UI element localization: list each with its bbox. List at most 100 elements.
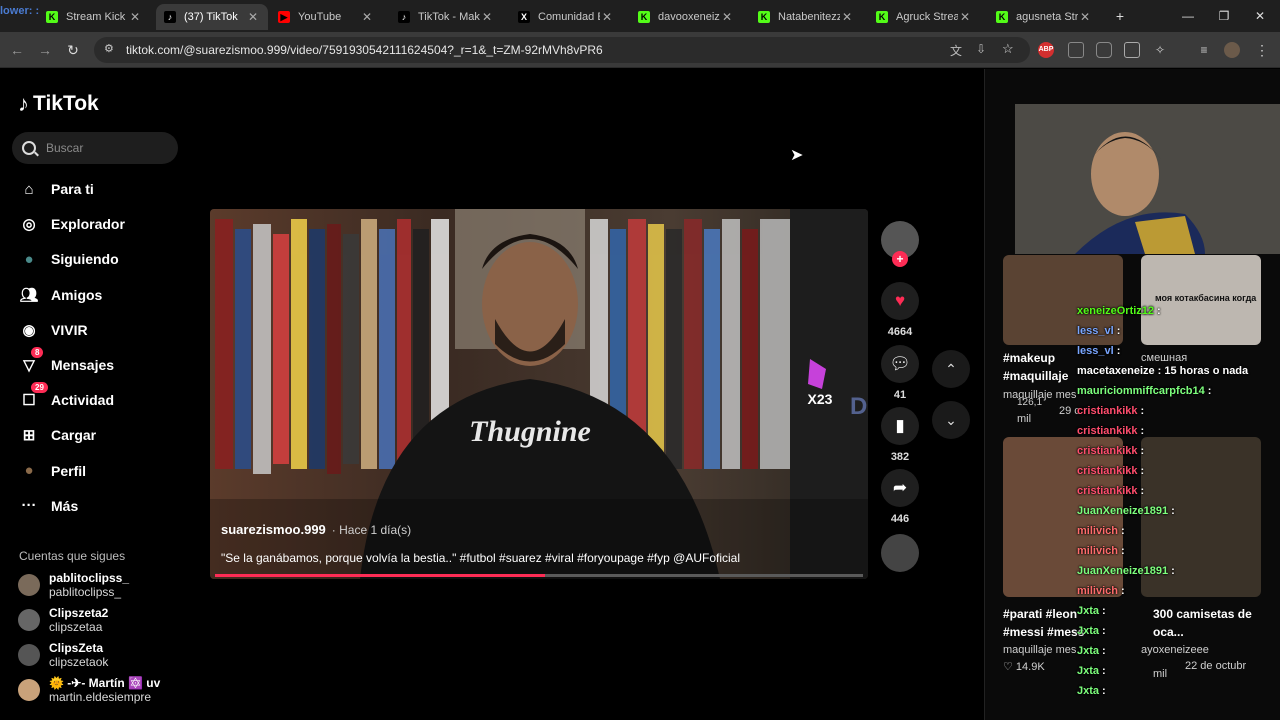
music-disc-icon[interactable] [881, 534, 919, 572]
sidebar-item-perfil[interactable]: ● Perfil [18, 459, 86, 483]
chat-username[interactable]: milivich [1077, 545, 1118, 557]
sidebar-item-más[interactable]: ··· Más [18, 494, 79, 518]
maximize-button[interactable]: ❐ [1214, 6, 1234, 26]
video-progress-bar[interactable] [215, 574, 863, 577]
chat-username[interactable]: milivich [1077, 585, 1118, 597]
tab-close-icon[interactable]: ✕ [958, 10, 972, 24]
chat-username[interactable]: xeneizeOrtiz12 [1077, 305, 1154, 317]
chat-username[interactable]: cristiankikk [1077, 425, 1138, 437]
sound-disc[interactable] [880, 534, 920, 572]
sidebar-item-siguiendo[interactable]: ● Siguiendo [18, 247, 118, 271]
chat-username[interactable]: cristiankikk [1077, 465, 1138, 477]
extension-icon[interactable] [1096, 42, 1112, 58]
browser-tab[interactable]: ♪ (37) TikTok ✕ [156, 4, 268, 30]
back-icon[interactable]: ← [8, 41, 26, 59]
previous-video-button[interactable]: ⌃ [932, 350, 970, 388]
adblock-icon[interactable]: ABP [1038, 42, 1054, 58]
following-account[interactable]: pablitoclipss_ pablitoclipss_ [18, 571, 129, 599]
profile-avatar-icon[interactable] [1224, 42, 1240, 58]
browser-tab[interactable]: K Agruck Stream✕ [868, 4, 980, 30]
like-action[interactable]: ♥ 4664 [880, 282, 920, 338]
chat-username[interactable]: JuanXeneize1891 [1077, 505, 1168, 517]
tab-close-icon[interactable]: ✕ [128, 10, 142, 24]
tab-close-icon[interactable]: ✕ [480, 10, 494, 24]
forward-icon[interactable]: → [36, 41, 54, 59]
sidebar-item-amigos[interactable]: 👥︎ Amigos [18, 283, 102, 307]
card-tags[interactable]: #parati #leon [1003, 607, 1077, 621]
new-tab-button[interactable]: + [1110, 6, 1130, 26]
share-action[interactable]: ➦ 446 [880, 469, 920, 525]
search-input[interactable]: Buscar [12, 132, 178, 164]
chat-username[interactable]: mauriciommiffcarpfcb14 [1077, 385, 1205, 397]
following-account[interactable]: Clipszeta2 clipszetaa [18, 606, 108, 634]
chat-username[interactable]: JuanXeneize1891 [1077, 565, 1168, 577]
browser-tab[interactable]: Kdavooxeneize ✕ [630, 4, 742, 30]
sidebar-item-explorador[interactable]: ◎ Explorador [18, 212, 124, 236]
chat-username[interactable]: cristiankikk [1077, 405, 1138, 417]
card-title[interactable]: oca... [1153, 625, 1184, 639]
browser-tab[interactable]: Kagusneta Strea✕ [988, 4, 1100, 30]
comment-action[interactable]: 💬︎ 41 [880, 345, 920, 401]
tab-close-icon[interactable]: ✕ [1078, 10, 1092, 24]
browser-tab[interactable]: ▶ YouTube ✕ [270, 4, 382, 30]
close-window-button[interactable]: ✕ [1250, 6, 1270, 26]
chat-username[interactable]: Jxta [1077, 665, 1099, 677]
following-account[interactable]: ClipsZeta clipszetaok [18, 641, 108, 669]
translate-icon[interactable]: 文 [950, 42, 962, 59]
avatar[interactable] [18, 644, 40, 666]
card-title[interactable]: 300 camisetas de [1153, 607, 1252, 621]
avatar[interactable] [18, 574, 40, 596]
chat-username[interactable]: Jxta [1077, 625, 1099, 637]
comment-icon[interactable]: 💬︎ [881, 345, 919, 383]
browser-tab[interactable]: K Natabenitezzz✕ [750, 4, 862, 30]
puzzle-icon[interactable]: ✧ [1152, 42, 1168, 58]
chat-username[interactable]: cristiankikk [1077, 445, 1138, 457]
chat-username[interactable]: Jxta [1077, 685, 1099, 697]
tab-close-icon[interactable]: ✕ [600, 10, 614, 24]
avatar[interactable] [18, 609, 40, 631]
bookmark-star-icon[interactable]: ☆ [1002, 41, 1014, 57]
media-icon[interactable]: ≡ [1196, 42, 1212, 58]
chat-username[interactable]: macetaxeneize [1077, 365, 1155, 377]
save-action[interactable]: ▮ 382 [880, 407, 920, 463]
chat-username[interactable]: Jxta [1077, 605, 1099, 617]
extension-icon[interactable] [1124, 42, 1140, 58]
card-tags[interactable]: #messi #mess [1003, 625, 1084, 639]
author-name[interactable]: suarezismoo.999 [221, 522, 326, 537]
video-thumbnail[interactable]: моя котакбасина когда [1141, 255, 1261, 345]
site-info-icon[interactable]: ⚙ [104, 43, 116, 55]
tab-close-icon[interactable]: ✕ [720, 10, 734, 24]
browser-tab[interactable]: ♪ TikTok - Make ✕ [390, 4, 502, 30]
minimize-button[interactable]: — [1178, 6, 1198, 26]
share-icon[interactable]: ➦ [881, 469, 919, 507]
chat-username[interactable]: less_vl [1077, 325, 1114, 337]
sidebar-item-mensajes[interactable]: ▽ 8 Mensajes [18, 347, 114, 377]
chat-username[interactable]: milivich [1077, 525, 1118, 537]
following-account[interactable]: 🌞 -✈- Martín 🔯 uv martin.eldesiempre [18, 676, 160, 704]
follow-plus-icon[interactable]: + [892, 251, 908, 267]
chat-username[interactable]: less_vl [1077, 345, 1114, 357]
browser-tab[interactable]: X Comunidad El✕ [510, 4, 622, 30]
video-author[interactable]: suarezismoo.999 · Hace 1 día(s) [221, 522, 411, 537]
sidebar-item-para-ti[interactable]: ⌂ Para ti [18, 177, 93, 201]
tab-close-icon[interactable]: ✕ [360, 10, 374, 24]
sidebar-item-actividad[interactable]: ☐ 29 Actividad [18, 382, 114, 412]
sidebar-item-cargar[interactable]: ⊞ Cargar [18, 423, 96, 447]
chat-username[interactable]: Jxta [1077, 645, 1099, 657]
address-bar[interactable]: ⚙ tiktok.com/@suarezismoo.999/video/7591… [94, 37, 1030, 63]
card-tags[interactable]: #maquillaje [1003, 369, 1068, 383]
next-video-button[interactable]: ⌄ [932, 401, 970, 439]
tiktok-logo[interactable]: ♪ TikTok [18, 91, 99, 117]
heart-icon[interactable]: ♥ [881, 282, 919, 320]
reload-icon[interactable]: ↻ [64, 41, 82, 59]
chat-username[interactable]: cristiankikk [1077, 485, 1138, 497]
avatar[interactable] [18, 679, 40, 701]
sidebar-item-vivir[interactable]: ◉ VIVIR [18, 318, 87, 342]
bookmark-icon[interactable]: ▮ [881, 407, 919, 445]
browser-tab[interactable]: K Stream Kick ✕ [38, 4, 150, 30]
tab-close-icon[interactable]: ✕ [246, 10, 260, 24]
card-tags[interactable]: #makeup [1003, 351, 1055, 365]
extension-icon[interactable] [1068, 42, 1084, 58]
install-icon[interactable]: ⇩ [976, 42, 986, 56]
menu-kebab-icon[interactable]: ⋮ [1254, 42, 1270, 58]
